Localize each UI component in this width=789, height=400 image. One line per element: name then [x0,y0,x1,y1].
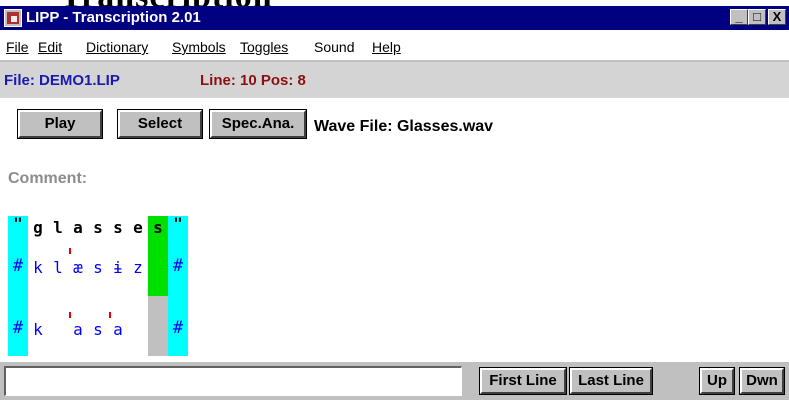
phoneme-cell[interactable]: a [108,320,128,339]
ortho-char[interactable]: l [48,218,68,237]
phoneme-cell[interactable]: ɨ [108,258,128,277]
file-info-bar: File: DEMO1.LIP Line: 10 Pos: 8 [0,62,789,98]
ortho-char[interactable]: s [88,218,108,237]
phoneme-cell[interactable]: # [8,256,28,276]
phoneme-cell[interactable]: a [68,320,88,339]
ortho-char[interactable]: " [168,214,188,233]
phoneme-cell[interactable]: k [28,258,48,277]
window-title: LIPP - Transcription 2.01 [26,9,201,26]
title-bar[interactable]: LIPP - Transcription 2.01 _ □ X [0,6,789,30]
menu-edit[interactable]: Edit [38,39,62,55]
close-button[interactable]: X [768,9,786,25]
ortho-char[interactable]: g [28,218,48,237]
ortho-char[interactable]: s [148,218,168,237]
phoneme-cell[interactable]: s [88,258,108,277]
comment-label: Comment: [8,170,88,187]
menu-bar: File Edit Dictionary Symbols Toggles Sou… [0,36,789,58]
phoneme-cell[interactable]: # [168,318,188,338]
phoneme-cell[interactable]: k [28,320,48,339]
wave-file-label: Wave File: Glasses.wav [314,118,494,135]
stress-mark [69,312,71,318]
ortho-char[interactable]: a [68,218,88,237]
menu-dictionary[interactable]: Dictionary [86,39,148,55]
phoneme-cell[interactable]: z [128,258,148,277]
line-position-label: Line: 10 Pos: 8 [200,72,306,89]
minimize-button[interactable]: _ [730,9,748,25]
ortho-char[interactable]: e [128,218,148,237]
command-input[interactable] [4,366,462,396]
phoneme-cell[interactable]: l [48,258,68,277]
down-button[interactable]: Dwn [739,367,785,395]
ortho-char[interactable]: " [8,214,28,233]
phoneme-cell[interactable]: # [8,318,28,338]
up-button[interactable]: Up [699,367,735,395]
stress-mark [109,312,111,318]
menu-sound[interactable]: Sound [314,39,354,55]
spec-ana-button[interactable]: Spec.Ana. [209,109,307,139]
menu-toggles[interactable]: Toggles [240,39,288,55]
first-line-button[interactable]: First Line [479,367,567,395]
menu-help[interactable]: Help [372,39,401,55]
select-button[interactable]: Select [117,109,203,139]
last-line-button[interactable]: Last Line [569,367,653,395]
file-name-label: File: DEMO1.LIP [4,72,120,89]
app-icon[interactable] [4,9,22,27]
maximize-button[interactable]: □ [748,9,766,25]
gap-cell [148,296,168,356]
stress-mark [69,248,71,254]
phoneme-cell[interactable]: s [88,320,108,339]
phoneme-cell[interactable]: # [168,256,188,276]
menu-file[interactable]: File [6,39,29,55]
phoneme-cell[interactable]: æ [68,258,88,277]
ortho-char[interactable]: s [108,218,128,237]
menu-symbols[interactable]: Symbols [172,39,226,55]
play-button[interactable]: Play [17,109,103,139]
